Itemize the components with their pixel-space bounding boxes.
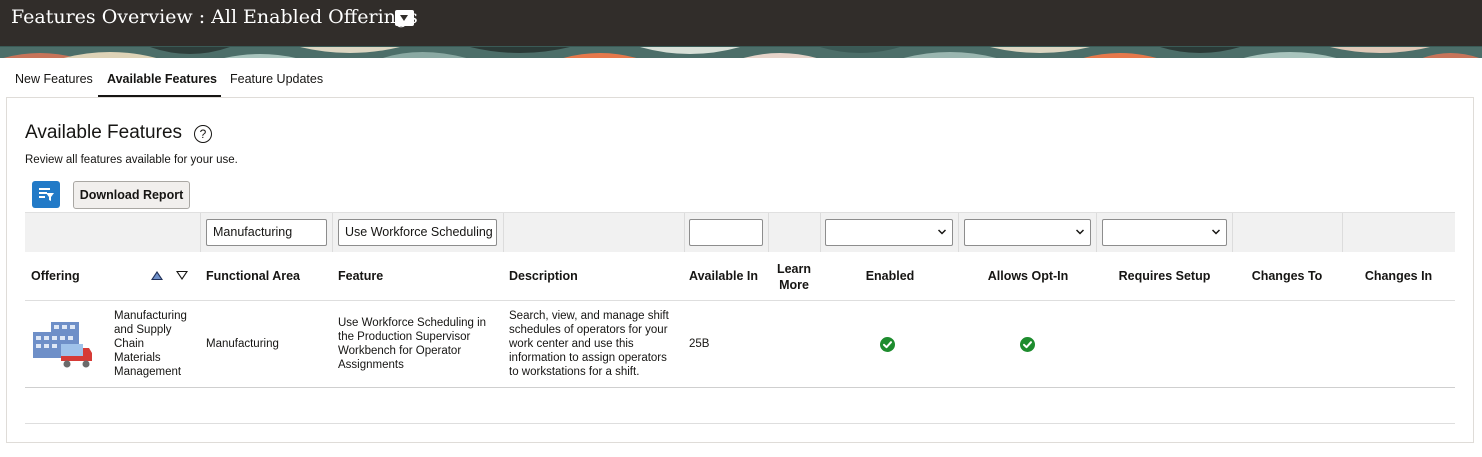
enabled-check-icon xyxy=(880,337,895,352)
chevron-down-icon xyxy=(1076,229,1084,235)
allows-opt-in-check-icon xyxy=(1020,337,1035,352)
allows-opt-in-filter-select[interactable] xyxy=(964,219,1091,246)
download-report-button[interactable]: Download Report xyxy=(73,181,190,209)
feature-filter-input[interactable]: Use Workforce Scheduling xyxy=(338,219,497,246)
offering-line: Manufacturing xyxy=(114,310,187,322)
functional-area-filter-input[interactable]: Manufacturing xyxy=(206,219,327,246)
column-header-offering[interactable]: Offering xyxy=(31,269,80,283)
column-divider xyxy=(1342,213,1343,252)
column-header-changes-in[interactable]: Changes In xyxy=(1342,269,1455,283)
offering-line: Materials xyxy=(114,352,161,364)
column-divider xyxy=(1232,213,1233,252)
feature-cell: Use Workforce Scheduling in the Producti… xyxy=(338,316,486,372)
requires-setup-filter-select[interactable] xyxy=(1102,219,1227,246)
available-in-cell: 25B xyxy=(689,338,710,350)
offering-line: Management xyxy=(114,366,182,378)
description-line: information to assign operators xyxy=(509,352,667,364)
query-filter-row: Manufacturing Use Workforce Scheduling xyxy=(25,212,1455,252)
sort-descending-icon[interactable] xyxy=(176,271,188,280)
available-in-filter-input[interactable] xyxy=(689,219,763,246)
tab-feature-updates[interactable]: Feature Updates xyxy=(230,72,323,86)
description-line: schedules of operators for your xyxy=(509,324,668,336)
page-title: Features Overview : All Enabled Offering… xyxy=(11,6,418,28)
description-line: to workstations for a shift. xyxy=(509,366,640,378)
banner-pattern xyxy=(0,47,1482,58)
tab-bar: New Features Available Features Feature … xyxy=(0,58,1482,98)
tab-new-features[interactable]: New Features xyxy=(15,72,93,86)
column-header-available-in[interactable]: Available In xyxy=(689,269,758,283)
column-divider xyxy=(200,213,201,252)
help-icon[interactable]: ? xyxy=(194,125,212,143)
column-divider xyxy=(768,213,769,252)
column-header-feature[interactable]: Feature xyxy=(338,269,383,283)
column-header-enabled[interactable]: Enabled xyxy=(821,269,959,283)
section-description: Review all features available for your u… xyxy=(25,154,238,166)
filter-list-icon xyxy=(39,188,54,201)
chevron-down-icon xyxy=(938,229,946,235)
offering-line: Chain xyxy=(114,338,145,350)
column-divider xyxy=(958,213,959,252)
title-dropdown-icon[interactable] xyxy=(395,10,414,26)
enabled-filter-select[interactable] xyxy=(825,219,953,246)
column-header-learn-more[interactable]: Learn More xyxy=(768,261,820,293)
feature-line: the Production Supervisor xyxy=(338,331,471,343)
column-header-functional-area[interactable]: Functional Area xyxy=(206,269,300,283)
manufacturing-building-truck-icon xyxy=(33,322,92,368)
description-line: Search, view, and manage shift xyxy=(509,310,669,322)
functional-area-cell: Manufacturing xyxy=(206,338,279,350)
feature-line: Assignments xyxy=(338,359,404,371)
offering-cell: Manufacturing and Supply Chain Materials… xyxy=(114,309,187,379)
column-header-requires-setup[interactable]: Requires Setup xyxy=(1097,269,1232,283)
description-cell: Search, view, and manage shift schedules… xyxy=(509,309,669,379)
offering-line: and Supply xyxy=(114,324,172,336)
chevron-down-icon xyxy=(1212,229,1220,235)
column-divider xyxy=(820,213,821,252)
description-line: work center and use this xyxy=(509,338,634,350)
column-header-description[interactable]: Description xyxy=(509,269,578,283)
feature-line: Use Workforce Scheduling in xyxy=(338,317,487,329)
checkmark-icon xyxy=(883,341,892,349)
header-divider xyxy=(25,300,1455,301)
column-header-allows-opt-in[interactable]: Allows Opt-In xyxy=(959,269,1097,283)
row-divider xyxy=(25,387,1455,388)
column-divider xyxy=(684,213,685,252)
section-title: Available Features xyxy=(25,122,183,143)
checkmark-icon xyxy=(1023,341,1032,349)
sort-ascending-icon[interactable] xyxy=(151,271,163,280)
query-by-example-button[interactable] xyxy=(32,181,60,208)
tab-available-features[interactable]: Available Features xyxy=(107,72,217,86)
learn-more-line-2: More xyxy=(779,278,809,292)
column-header-changes-to[interactable]: Changes To xyxy=(1232,269,1342,283)
feature-line: Workbench for Operator xyxy=(338,345,462,357)
column-divider xyxy=(1096,213,1097,252)
column-divider xyxy=(332,213,333,252)
app-header: Features Overview : All Enabled Offering… xyxy=(0,0,1482,46)
decorative-banner xyxy=(0,46,1482,58)
column-divider xyxy=(503,213,504,252)
table-footer-divider xyxy=(25,423,1455,424)
learn-more-line-1: Learn xyxy=(776,262,812,276)
